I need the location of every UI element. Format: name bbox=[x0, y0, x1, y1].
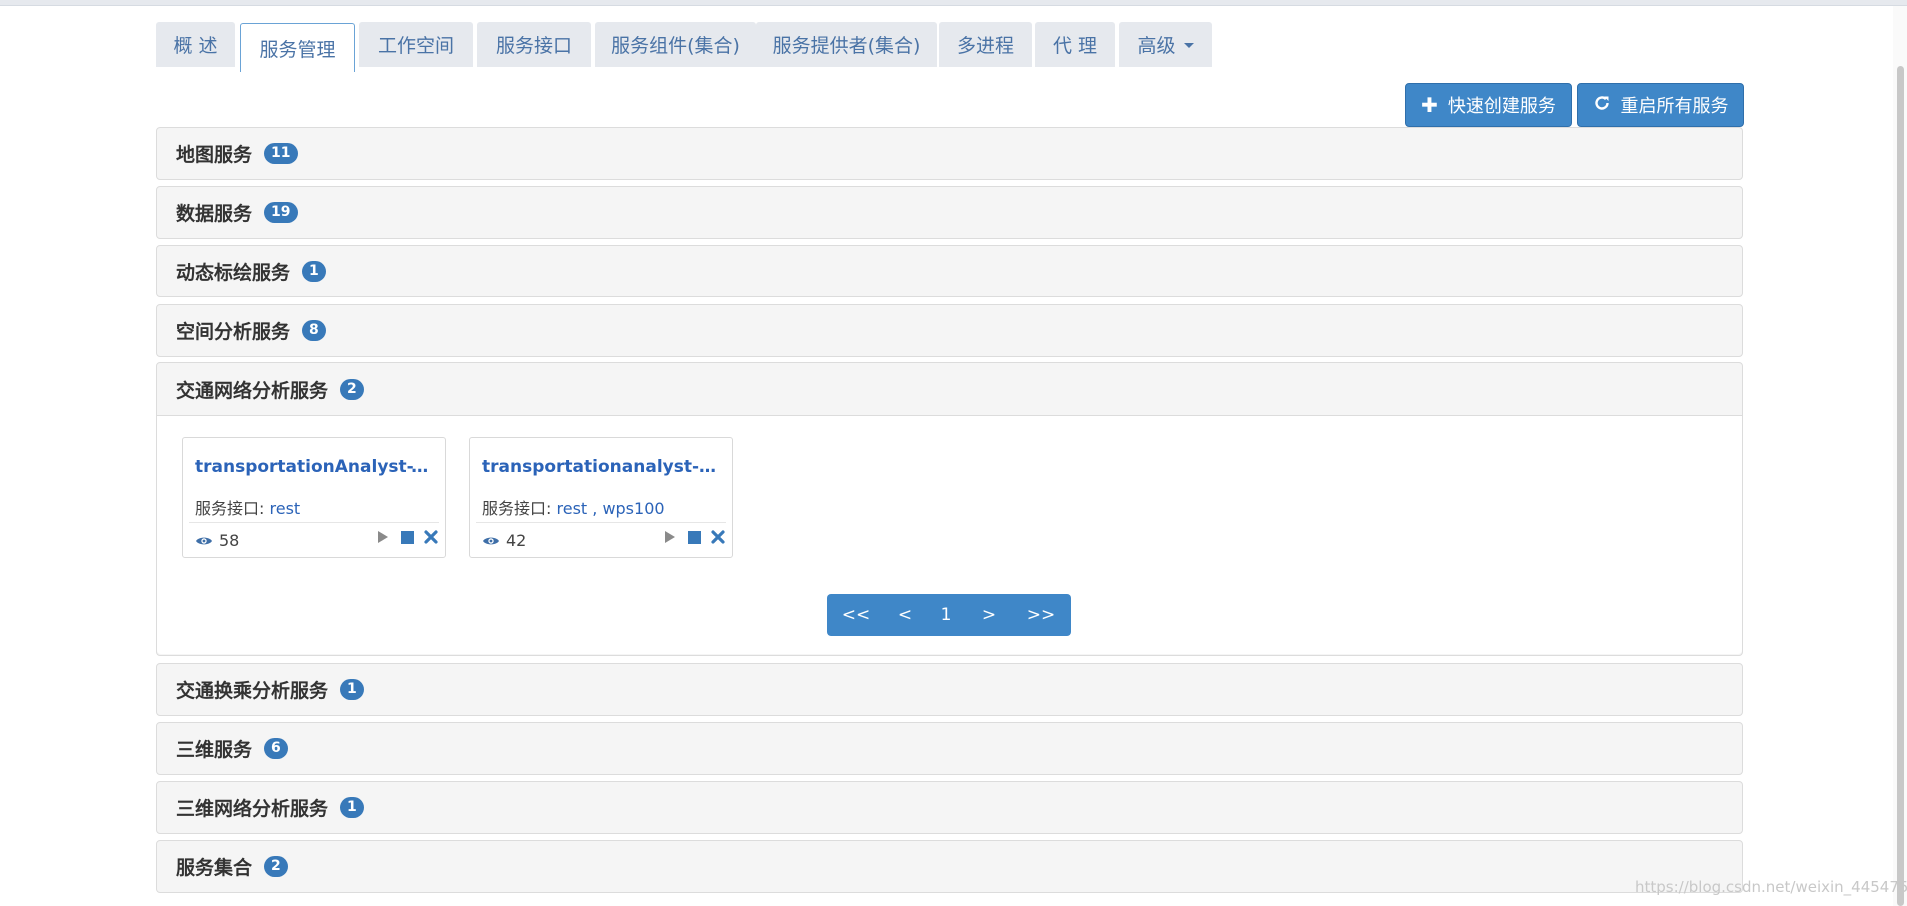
panel-transit-analysis-services[interactable]: 交通换乘分析服务 1 bbox=[156, 663, 1743, 716]
panel-heading[interactable]: 数据服务 19 bbox=[157, 187, 1742, 237]
service-card: transportationanalyst-sam... 服务接口: rest … bbox=[469, 437, 733, 558]
tab-proxy[interactable]: 代 理 bbox=[1035, 22, 1115, 67]
panel-title: 交通网络分析服务 bbox=[176, 379, 329, 402]
tab-workspace[interactable]: 工作空间 bbox=[359, 22, 473, 67]
refresh-icon bbox=[1593, 93, 1611, 117]
panel-heading[interactable]: 空间分析服务 8 bbox=[157, 305, 1742, 355]
panel-heading[interactable]: 三维服务 6 bbox=[157, 723, 1742, 773]
panel-title: 数据服务 bbox=[176, 202, 253, 225]
view-count: 42 bbox=[482, 531, 526, 550]
close-icon[interactable] bbox=[423, 529, 439, 545]
quick-create-service-button[interactable]: ✚ 快速创建服务 bbox=[1405, 83, 1572, 127]
view-count: 58 bbox=[195, 531, 239, 550]
pager-next[interactable]: > bbox=[967, 594, 1011, 636]
tab-service-management[interactable]: 服务管理 bbox=[240, 23, 355, 72]
count-badge: 1 bbox=[340, 678, 364, 700]
view-count-value: 42 bbox=[506, 531, 527, 550]
restart-all-services-button[interactable]: 重启所有服务 bbox=[1577, 83, 1744, 127]
panel-title: 三维服务 bbox=[176, 738, 253, 761]
tab-service-component[interactable]: 服务组件(集合) bbox=[595, 22, 756, 67]
divider bbox=[476, 522, 726, 523]
service-title-link[interactable]: transportationanalyst-sam... bbox=[482, 457, 722, 477]
watermark: https://blog.csdn.net/weixin_44547592 bbox=[1635, 878, 1907, 896]
card-actions bbox=[375, 529, 439, 545]
panel-heading[interactable]: 交通换乘分析服务 1 bbox=[157, 664, 1742, 714]
top-bar bbox=[0, 0, 1907, 6]
pager-last[interactable]: >> bbox=[1011, 594, 1071, 636]
panel-title: 动态标绘服务 bbox=[176, 261, 291, 284]
pager-first[interactable]: << bbox=[827, 594, 885, 636]
count-badge: 2 bbox=[264, 855, 288, 877]
count-badge: 1 bbox=[302, 260, 326, 282]
button-label: 重启所有服务 bbox=[1620, 96, 1729, 117]
tab-service-interface[interactable]: 服务接口 bbox=[477, 22, 591, 67]
interface-value-link[interactable]: rest bbox=[270, 499, 301, 518]
eye-icon bbox=[195, 535, 213, 547]
panel-service-collections[interactable]: 服务集合 2 bbox=[156, 840, 1743, 893]
play-icon[interactable] bbox=[662, 529, 678, 545]
tab-overview[interactable]: 概 述 bbox=[156, 22, 235, 67]
divider bbox=[189, 522, 439, 523]
panel-title: 交通换乘分析服务 bbox=[176, 679, 329, 702]
service-title-link[interactable]: transportationAnalyst-Yue... bbox=[195, 457, 435, 477]
panel-dynamic-plot-services[interactable]: 动态标绘服务 1 bbox=[156, 245, 1743, 297]
count-badge: 19 bbox=[264, 201, 298, 223]
panel-heading[interactable]: 服务集合 2 bbox=[157, 841, 1742, 891]
panel-title: 服务集合 bbox=[176, 856, 253, 879]
tab-label: 多进程 bbox=[956, 35, 1014, 57]
panel-heading[interactable]: 动态标绘服务 1 bbox=[157, 246, 1742, 296]
panel-3d-network-analysis-services[interactable]: 三维网络分析服务 1 bbox=[156, 781, 1743, 834]
tab-service-provider[interactable]: 服务提供者(集合) bbox=[756, 22, 937, 67]
tab-label: 概 述 bbox=[173, 35, 218, 57]
tab-label: 服务接口 bbox=[495, 35, 572, 57]
tab-advanced-dropdown[interactable]: 高级 bbox=[1119, 22, 1212, 67]
interface-label: 服务接口: bbox=[482, 499, 552, 518]
panel-heading[interactable]: 三维网络分析服务 1 bbox=[157, 782, 1742, 832]
stop-icon[interactable] bbox=[686, 529, 702, 545]
pagination: << < 1 > >> bbox=[827, 594, 1071, 636]
panel-title: 地图服务 bbox=[176, 143, 253, 166]
view-count-value: 58 bbox=[219, 531, 240, 550]
panel-data-services[interactable]: 数据服务 19 bbox=[156, 186, 1743, 239]
scrollbar-thumb[interactable] bbox=[1897, 66, 1904, 906]
tab-label: 代 理 bbox=[1052, 35, 1098, 57]
tab-multiprocess[interactable]: 多进程 bbox=[939, 22, 1032, 67]
panel-heading[interactable]: 地图服务 11 bbox=[157, 128, 1742, 178]
tab-label: 高级 bbox=[1137, 35, 1176, 57]
tab-label: 工作空间 bbox=[377, 35, 454, 57]
tab-label: 服务提供者(集合) bbox=[772, 35, 921, 57]
count-badge: 8 bbox=[302, 319, 326, 341]
count-badge: 2 bbox=[340, 378, 364, 400]
count-badge: 11 bbox=[264, 142, 298, 164]
interface-value-link[interactable]: rest , wps100 bbox=[557, 499, 665, 518]
play-icon[interactable] bbox=[375, 529, 391, 545]
count-badge: 6 bbox=[264, 737, 288, 759]
panel-heading[interactable]: 交通网络分析服务 2 bbox=[157, 363, 1742, 415]
service-interface: 服务接口: rest , wps100 bbox=[482, 495, 665, 519]
service-interface: 服务接口: rest bbox=[195, 495, 300, 519]
panel-title: 三维网络分析服务 bbox=[176, 797, 329, 820]
panel-3d-services[interactable]: 三维服务 6 bbox=[156, 722, 1743, 775]
service-card: transportationAnalyst-Yue... 服务接口: rest … bbox=[182, 437, 446, 558]
card-actions bbox=[662, 529, 726, 545]
tab-label: 服务组件(集合) bbox=[611, 35, 740, 57]
button-label: 快速创建服务 bbox=[1447, 96, 1556, 117]
tab-label: 服务管理 bbox=[259, 38, 336, 61]
stop-icon[interactable] bbox=[399, 529, 415, 545]
plus-icon: ✚ bbox=[1421, 93, 1438, 117]
interface-label: 服务接口: bbox=[195, 499, 265, 518]
close-icon[interactable] bbox=[710, 529, 726, 545]
scrollbar[interactable] bbox=[1893, 6, 1907, 906]
eye-icon bbox=[482, 535, 500, 547]
panel-title: 空间分析服务 bbox=[176, 320, 291, 343]
pager-prev[interactable]: < bbox=[885, 594, 925, 636]
chevron-down-icon bbox=[1183, 43, 1194, 48]
pager-page-1[interactable]: 1 bbox=[925, 594, 967, 636]
panel-map-services[interactable]: 地图服务 11 bbox=[156, 127, 1743, 180]
panel-spatial-analysis-services[interactable]: 空间分析服务 8 bbox=[156, 304, 1743, 357]
count-badge: 1 bbox=[340, 796, 364, 818]
